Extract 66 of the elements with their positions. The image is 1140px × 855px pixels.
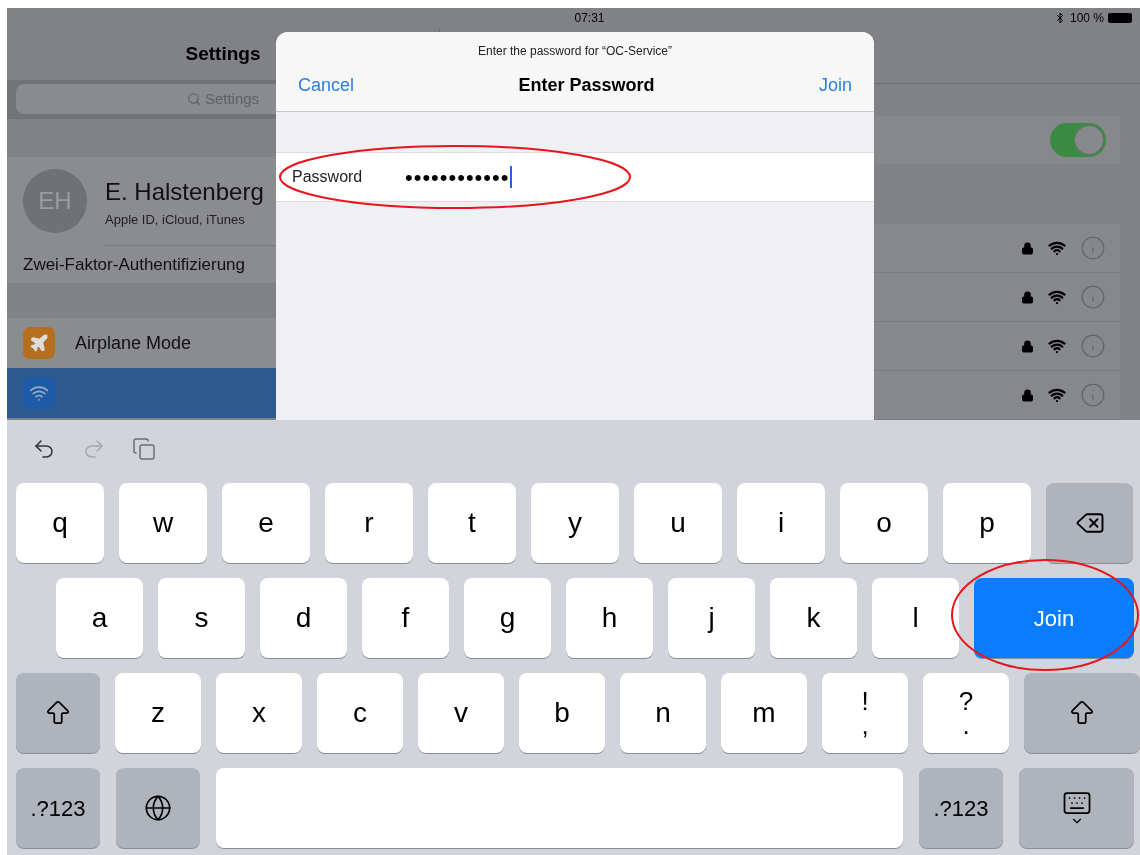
profile-name: E. Halstenberg	[105, 176, 264, 207]
numbers-key[interactable]: .?123	[16, 768, 100, 848]
letter-key[interactable]: z	[115, 673, 201, 753]
letter-key[interactable]: p	[943, 483, 1031, 563]
battery-icon	[1108, 13, 1132, 23]
dialog-prompt: Enter the password for “OC-Service”	[477, 43, 673, 60]
letter-key[interactable]: k	[770, 578, 857, 658]
letter-key[interactable]: h	[566, 578, 653, 658]
numbers-key[interactable]: .?123	[919, 768, 1003, 848]
wifi-signal-icon	[1048, 239, 1066, 257]
letter-key[interactable]: e	[222, 483, 310, 563]
search-icon	[186, 92, 201, 107]
letter-key[interactable]: u	[634, 483, 722, 563]
wifi-signal-icon	[1048, 386, 1066, 404]
key-bottom-char: .	[962, 713, 970, 737]
key-bottom-char: ,	[861, 713, 869, 737]
punctuation-key[interactable]: ! ,	[822, 673, 908, 753]
sidebar-title: Settings	[185, 41, 261, 66]
letter-key[interactable]: v	[418, 673, 504, 753]
two-factor-notice[interactable]: Zwei-Faktor-Authentifizierung	[23, 251, 246, 278]
letter-key[interactable]: r	[325, 483, 413, 563]
wifi-switch[interactable]	[1050, 123, 1106, 157]
hide-keyboard-key[interactable]	[1019, 768, 1134, 848]
profile-subtitle: Apple ID, iCloud, iTunes	[105, 210, 246, 229]
letter-key[interactable]: f	[362, 578, 449, 658]
letter-key[interactable]: t	[428, 483, 516, 563]
letter-key[interactable]: x	[216, 673, 302, 753]
dialog-title: Enter Password	[518, 74, 655, 97]
letter-key[interactable]: s	[158, 578, 245, 658]
info-icon[interactable]	[1080, 284, 1106, 310]
letter-key[interactable]: a	[56, 578, 143, 658]
airplane-icon	[23, 327, 55, 359]
globe-key[interactable]	[116, 768, 200, 848]
letter-key[interactable]: g	[464, 578, 551, 658]
sidebar-item-label: Airplane Mode	[75, 331, 192, 355]
letter-key[interactable]: n	[620, 673, 706, 753]
globe-icon	[144, 794, 172, 822]
letter-key[interactable]: b	[519, 673, 605, 753]
letter-key[interactable]: j	[668, 578, 755, 658]
letter-key[interactable]: w	[119, 483, 207, 563]
join-button[interactable]: Join	[818, 72, 852, 99]
punctuation-key[interactable]: ? .	[923, 673, 1009, 753]
undo-icon[interactable]	[32, 437, 56, 461]
letter-key[interactable]: q	[16, 483, 104, 563]
letter-key[interactable]: y	[531, 483, 619, 563]
password-label: Password	[292, 167, 364, 187]
shift-key[interactable]	[16, 673, 100, 753]
letter-key[interactable]: i	[737, 483, 825, 563]
wifi-signal-icon	[1048, 337, 1066, 355]
wifi-icon	[23, 377, 55, 409]
info-icon[interactable]	[1080, 235, 1106, 261]
letter-key[interactable]: o	[840, 483, 928, 563]
letter-key[interactable]: c	[317, 673, 403, 753]
battery-percent: 100 %	[1069, 10, 1104, 27]
status-time: 07:31	[574, 10, 605, 27]
key-top-char: !	[861, 689, 869, 713]
letter-key[interactable]: l	[872, 578, 959, 658]
wifi-signal-icon	[1048, 288, 1066, 306]
key-top-char: ?	[958, 689, 974, 713]
space-key[interactable]	[216, 768, 903, 848]
backspace-key[interactable]	[1046, 483, 1133, 563]
info-icon[interactable]	[1080, 333, 1106, 359]
letter-key[interactable]: m	[721, 673, 807, 753]
info-icon[interactable]	[1080, 382, 1106, 408]
join-key[interactable]: Join	[974, 578, 1134, 658]
letter-key[interactable]: d	[260, 578, 347, 658]
